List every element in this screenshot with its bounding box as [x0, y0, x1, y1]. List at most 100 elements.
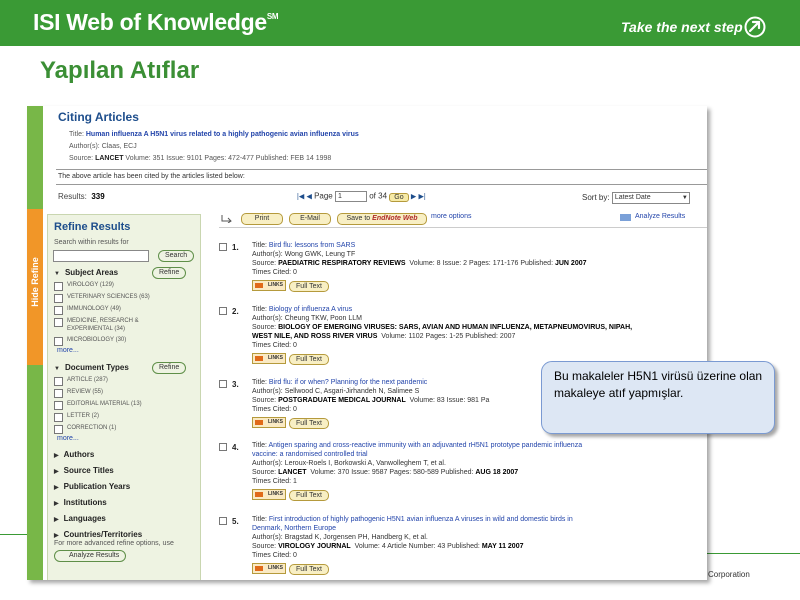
subject-areas-heading[interactable]: ▼ Subject Areas [54, 268, 118, 277]
advanced-refine-note: For more advanced refine options, use [54, 540, 174, 547]
languages-section[interactable]: ▶ Languages [54, 514, 106, 523]
divider [219, 227, 707, 228]
header-bar: ISI Web of KnowledgeSM Take the next ste… [0, 0, 800, 46]
cited-article-source: Source: LANCET Volume: 351 Issue: 9101 P… [69, 155, 332, 162]
links-button[interactable]: LINKS [252, 563, 286, 574]
result-title-link[interactable]: Bird flu: lessons from SARS [269, 242, 355, 249]
cited-by-note: The above article has been cited by the … [58, 173, 245, 180]
doctype-item: CORRECTION (1) [67, 425, 117, 431]
result-checkbox[interactable] [219, 380, 227, 388]
full-text-button[interactable]: Full Text [289, 418, 329, 429]
subject-checkbox[interactable] [54, 294, 63, 303]
document-types-heading[interactable]: ▼ Document Types [54, 363, 129, 372]
first-page-icon[interactable]: |◀ [297, 194, 304, 201]
divider [56, 169, 707, 170]
publication-years-section[interactable]: ▶ Publication Years [54, 482, 130, 491]
authors-section[interactable]: ▶ Authors [54, 450, 94, 459]
doctype-checkbox[interactable] [54, 413, 63, 422]
subject-item: IMMUNOLOGY (49) [67, 306, 121, 312]
next-page-icon[interactable]: ▶ [411, 194, 416, 201]
institutions-section[interactable]: ▶ Institutions [54, 498, 107, 507]
full-text-button[interactable]: Full Text [289, 281, 329, 292]
subject-areas-refine-button[interactable]: Refine [152, 267, 187, 279]
links-button[interactable]: LINKS [252, 280, 286, 291]
doctype-checkbox[interactable] [54, 389, 63, 398]
subject-checkbox[interactable] [54, 337, 63, 346]
divider [56, 184, 707, 185]
isi-brand-logo: ISI Web of KnowledgeSM [33, 9, 279, 35]
doctype-checkbox[interactable] [54, 425, 63, 434]
more-options-link[interactable]: more options [431, 213, 471, 220]
go-button[interactable]: Go [389, 192, 409, 202]
result-number: 2. [232, 307, 239, 316]
result-number: 5. [232, 517, 239, 526]
result-checkbox[interactable] [219, 517, 227, 525]
doctype-more-link[interactable]: more... [57, 435, 79, 442]
analyze-results-link[interactable]: Analyze Results [635, 213, 685, 220]
callout-text: Bu makaleler H5N1 virüsü üzerine olan ma… [554, 369, 763, 400]
refine-analyze-button[interactable]: Analyze Results [54, 550, 127, 562]
source-titles-section[interactable]: ▶ Source Titles [54, 466, 114, 475]
results-count: Results: 339 [58, 192, 105, 201]
page-number-input[interactable]: 1 [334, 191, 367, 202]
doctype-item: LETTER (2) [67, 413, 100, 419]
countries-territories-section[interactable]: ▶ Countries/Territories [54, 530, 142, 539]
doctype-checkbox[interactable] [54, 401, 63, 410]
result-title-link[interactable]: Biology of influenza A virus [269, 306, 352, 313]
subject-item: VETERINARY SCIENCES (63) [67, 294, 150, 300]
result-number: 4. [232, 443, 239, 452]
analyze-icon [620, 214, 631, 221]
links-button[interactable]: LINKS [252, 417, 286, 428]
result-title-link[interactable]: First introduction of highly pathogenic … [269, 516, 573, 523]
cited-article-title: Title: Human influenza A H5N1 virus rela… [69, 131, 359, 138]
result-title-link[interactable]: Bird flu: if or when? Planning for the n… [269, 379, 427, 386]
footer-divider-left [0, 534, 30, 535]
doctype-checkbox[interactable] [54, 377, 63, 386]
tagline: Take the next step [621, 19, 743, 35]
document-types-refine-button[interactable]: Refine [152, 362, 187, 374]
subject-item: VIROLOGY (129) [67, 282, 114, 288]
subject-checkbox[interactable] [54, 282, 63, 291]
full-text-button[interactable]: Full Text [289, 354, 329, 365]
email-button[interactable]: E-Mail [289, 213, 331, 225]
arrow-circle-icon [744, 16, 766, 38]
result-title-link-cont[interactable]: vaccine: a randomised controlled trial [252, 451, 368, 458]
result-checkbox[interactable] [219, 443, 227, 451]
result-checkbox[interactable] [219, 243, 227, 251]
full-text-button[interactable]: Full Text [289, 564, 329, 575]
prev-page-icon[interactable]: ◀ [306, 194, 311, 201]
slide-title: Yapılan Atıflar [40, 57, 200, 84]
full-text-button[interactable]: Full Text [289, 490, 329, 501]
save-to-endnote-button[interactable]: Save to EndNote Web [337, 213, 427, 225]
hide-refine-tab[interactable]: Hide Refine [27, 209, 43, 365]
citing-articles-screenshot: Hide Refine Citing Articles Title: Human… [27, 106, 707, 580]
cited-article-authors: Author(s): Claas, ECJ [69, 143, 137, 150]
citing-articles-heading: Citing Articles [58, 110, 139, 124]
links-button[interactable]: LINKS [252, 353, 286, 364]
doctype-item: REVIEW (55) [67, 389, 104, 395]
subject-checkbox[interactable] [54, 318, 63, 327]
doctype-item: EDITORIAL MATERIAL (13) [67, 401, 142, 407]
result-title-link-cont[interactable]: Denmark, Northern Europe [252, 525, 336, 532]
last-page-icon[interactable]: ▶| [418, 194, 425, 201]
cited-article-title-link[interactable]: Human influenza A H5N1 virus related to … [86, 131, 359, 138]
print-button[interactable]: Print [241, 213, 283, 225]
search-within-label: Search within results for [54, 239, 129, 246]
select-arrow-icon [221, 215, 232, 223]
result-title-link[interactable]: Antigen sparing and cross-reactive immun… [268, 442, 582, 449]
subject-checkbox[interactable] [54, 306, 63, 315]
result-number: 3. [232, 380, 239, 389]
links-button[interactable]: LINKS [252, 489, 286, 500]
search-within-input[interactable] [53, 250, 149, 262]
footer-corporation: Corporation [708, 570, 750, 579]
search-button[interactable]: Search [158, 250, 195, 262]
subject-item: EXPERIMENTAL (34) [67, 326, 126, 332]
subject-more-link[interactable]: more... [57, 347, 79, 354]
pagination: |◀ ◀ Page 1 of 34 Go ▶ ▶| [297, 191, 426, 202]
sort-by: Sort by: Latest Date [582, 192, 690, 204]
sort-by-select[interactable]: Latest Date [611, 192, 690, 204]
annotation-callout: Bu makaleler H5N1 virüsü üzerine olan ma… [541, 361, 775, 434]
result-number: 1. [232, 243, 239, 252]
footer-divider-right [706, 553, 800, 554]
result-checkbox[interactable] [219, 307, 227, 315]
